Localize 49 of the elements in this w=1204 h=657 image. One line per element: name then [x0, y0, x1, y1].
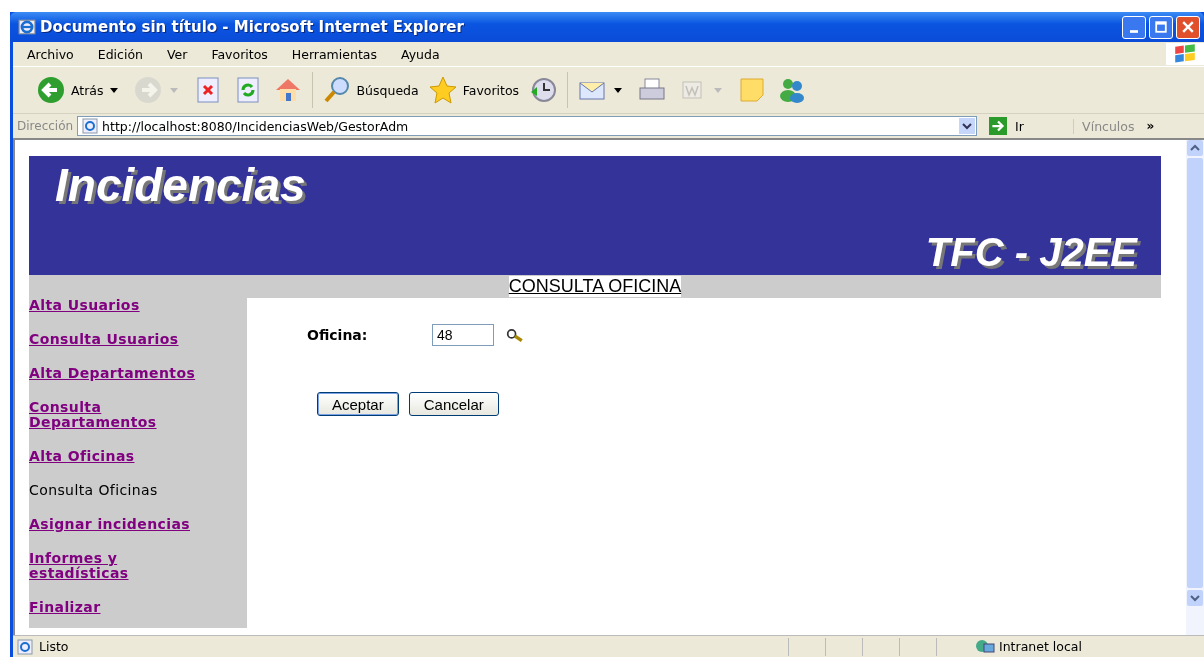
search-icon[interactable]	[506, 328, 524, 342]
status-text: Listo	[39, 639, 69, 654]
sidebar-link[interactable]: Asignar incidencias	[29, 517, 211, 532]
go-button[interactable]: Ir	[983, 117, 1052, 135]
browser-logo-icon	[18, 18, 36, 36]
page-heading: CONSULTA OFICINA	[508, 276, 682, 297]
globe-computer-icon	[975, 638, 995, 655]
banner-title: Incidencias	[55, 158, 306, 212]
sidebar-link[interactable]: Informes y estadísticas	[29, 551, 211, 581]
banner-subtitle: TFC - J2EE	[925, 230, 1137, 275]
page-icon	[82, 118, 99, 134]
close-icon	[1182, 21, 1194, 33]
dropdown-arrow-icon[interactable]	[109, 87, 118, 93]
minimize-button[interactable]	[1122, 15, 1146, 39]
maximize-icon	[1155, 21, 1167, 33]
menu-item[interactable]: Favoritos	[211, 46, 268, 62]
form-button[interactable]: Aceptar	[317, 392, 399, 416]
zone-text: Intranet local	[999, 639, 1083, 654]
menu-item[interactable]: Edición	[97, 46, 143, 62]
sidebar-link[interactable]: Consulta Usuarios	[29, 332, 211, 347]
more-chevron[interactable]: »	[1146, 119, 1155, 133]
sidebar-link[interactable]: Alta Usuarios	[29, 298, 211, 313]
favorites-button[interactable]: Favoritos	[422, 74, 524, 106]
menu-item[interactable]: Ver	[166, 46, 188, 62]
scroll-down-icon[interactable]	[1187, 590, 1203, 606]
menu-item[interactable]: Archivo	[27, 46, 74, 62]
sidebar-link[interactable]: Alta Oficinas	[29, 449, 211, 464]
close-button[interactable]	[1176, 15, 1200, 39]
sidebar-link[interactable]: Consulta Oficinas	[29, 483, 211, 498]
office-input[interactable]: 48	[432, 324, 494, 346]
vertical-scrollbar[interactable]	[1186, 140, 1204, 635]
scroll-up-icon[interactable]	[1187, 140, 1203, 156]
back-icon	[35, 74, 67, 106]
address-label: Dirección	[17, 119, 74, 133]
page-icon	[15, 638, 35, 655]
sidebar-link[interactable]: Consulta Departamentos	[29, 400, 211, 430]
back-button[interactable]: Atrás	[31, 74, 108, 106]
sidebar-link[interactable]: Finalizar	[29, 600, 211, 615]
field-label: Oficina:	[307, 327, 369, 343]
maximize-button[interactable]	[1149, 15, 1173, 39]
sidebar-link[interactable]: Alta Departamentos	[29, 366, 211, 381]
search-button[interactable]: Búsqueda	[316, 74, 423, 106]
address-field[interactable]: http://localhost:8080/IncidenciasWeb/GestorAdm	[77, 116, 978, 136]
window-title: Documento sin título - Microsoft Internet Explorer	[40, 18, 465, 36]
menu-item[interactable]: Herramientas	[291, 46, 377, 62]
menu-item[interactable]: Ayuda	[400, 46, 440, 62]
form-button[interactable]: Cancelar	[408, 392, 499, 416]
minimize-icon	[1130, 29, 1138, 33]
dropdown-arrow-icon[interactable]	[614, 87, 623, 93]
